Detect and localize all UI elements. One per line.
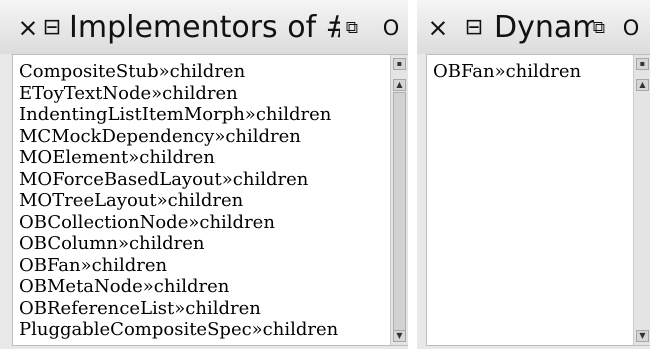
list-item[interactable]: OBFan»children	[433, 61, 631, 83]
scroll-up-button[interactable]: ▲	[636, 79, 649, 91]
list-item[interactable]: OBMetaNode»children	[19, 276, 388, 298]
window-menu-icon[interactable]: ⊟	[462, 6, 486, 50]
scroll-down-button[interactable]: ▼	[393, 330, 406, 342]
dynamic-list[interactable]: OBFan»children ▪ ▲ ▼	[426, 54, 650, 346]
list-item[interactable]: OBColumn»children	[19, 233, 388, 255]
implementors-window: × ⊟ Implementors of # ⧉ O CompositeStub»…	[0, 0, 408, 349]
list-item[interactable]: CompositeStub»children	[19, 61, 388, 83]
expand-icon[interactable]: O	[381, 6, 401, 50]
scroll-menu-button[interactable]: ▪	[636, 58, 649, 70]
vertical-scrollbar[interactable]: ▪ ▲ ▼	[633, 55, 650, 345]
list-item[interactable]: MOTreeLayout»children	[19, 190, 388, 212]
window-title: Dynam	[494, 10, 594, 45]
list-item[interactable]: EToyTextNode»children	[19, 83, 388, 105]
list-item[interactable]: OBCollectionNode»children	[19, 212, 388, 234]
scroll-menu-button[interactable]: ▪	[393, 58, 406, 70]
collapse-icon[interactable]: ⧉	[342, 6, 362, 50]
implementors-list[interactable]: CompositeStub»children EToyTextNode»chil…	[12, 54, 408, 346]
list-item[interactable]: OBReferenceList»children	[19, 298, 388, 320]
list-item[interactable]: MOElement»children	[19, 147, 388, 169]
list-items: OBFan»children	[433, 61, 631, 83]
collapse-icon[interactable]: ⧉	[589, 6, 609, 50]
list-item[interactable]: MOForceBasedLayout»children	[19, 169, 388, 191]
window-title: Implementors of #	[69, 10, 340, 45]
expand-icon[interactable]: O	[621, 6, 641, 50]
close-icon[interactable]: ×	[427, 6, 449, 50]
dynamic-window: × ⊟ Dynam ⧉ O OBFan»children ▪ ▲ ▼	[417, 0, 650, 349]
window-titlebar[interactable]: × ⊟ Implementors of # ⧉ O	[0, 0, 408, 54]
list-item[interactable]: MCMockDependency»children	[19, 126, 388, 148]
window-menu-icon[interactable]: ⊟	[40, 6, 64, 50]
scroll-down-button[interactable]: ▼	[636, 330, 649, 342]
vertical-scrollbar[interactable]: ▪ ▲ ▼	[390, 55, 408, 345]
list-item[interactable]: OBFan»children	[19, 255, 388, 277]
scroll-thumb[interactable]	[393, 92, 406, 340]
list-item[interactable]: IndentingListItemMorph»children	[19, 104, 388, 126]
close-icon[interactable]: ×	[17, 6, 39, 50]
list-item[interactable]: PluggableCompositeSpec»children	[19, 319, 388, 341]
list-items: CompositeStub»children EToyTextNode»chil…	[19, 61, 388, 341]
window-titlebar[interactable]: × ⊟ Dynam ⧉ O	[417, 0, 650, 54]
scroll-up-button[interactable]: ▲	[393, 79, 406, 91]
